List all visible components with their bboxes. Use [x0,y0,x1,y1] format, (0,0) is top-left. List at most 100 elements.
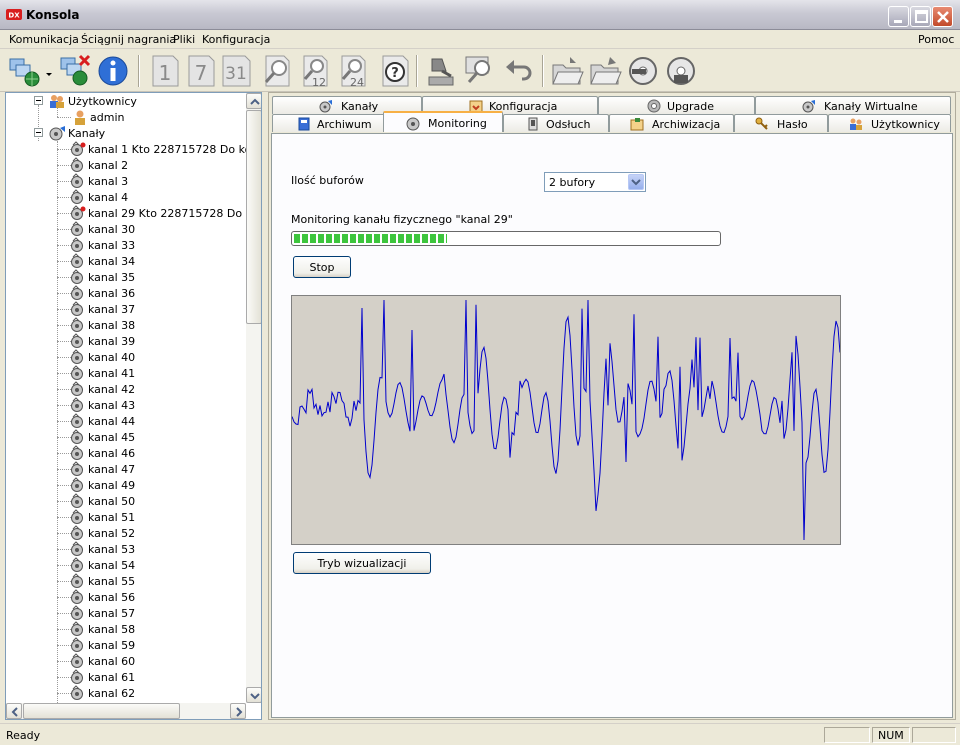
tree-channel-item[interactable]: kanal 38 [6,317,246,333]
tab-haslo[interactable]: Hasło [734,114,828,132]
dropdown-button[interactable] [628,174,644,190]
tree-channel-item[interactable]: kanal 61 [6,669,246,685]
tree-channel-item[interactable]: kanal 60 [6,653,246,669]
channel-icon [71,461,83,476]
scroll-right-button[interactable] [230,703,246,719]
export-button[interactable] [424,53,458,89]
search-12h-button[interactable]: 12 [298,53,332,89]
tree-channel-item[interactable]: kanal 2 [6,157,246,173]
tree-channel-item[interactable]: kanal 40 [6,349,246,365]
scroll-thumb[interactable] [246,110,261,324]
connect-button[interactable] [6,53,52,89]
channel-icon [71,349,83,364]
tree-node-channels[interactable]: Kanały [6,125,246,141]
tree-channel-item[interactable]: kanal 34 [6,253,246,269]
tree-channel-item[interactable]: kanal 59 [6,637,246,653]
tree-channel-item[interactable]: kanal 62 [6,685,246,701]
tree-channel-item[interactable]: kanal 46 [6,445,246,461]
tree-channel-item[interactable]: kanal 50 [6,493,246,509]
channel-icon [71,333,83,348]
tab-uzytkownicy[interactable]: Użytkownicy [828,114,951,132]
help-button[interactable]: ? [378,53,412,89]
tree-channel-item[interactable]: kanal 49 [6,477,246,493]
menu-konfiguracja[interactable]: Konfiguracja [202,33,270,46]
tree-channel-item[interactable]: kanal 56 [6,589,246,605]
tab-archiwum[interactable]: Archiwum [272,114,385,132]
tree-channel-item[interactable]: kanal 3 [6,173,246,189]
tree-channel-item[interactable]: kanal 36 [6,285,246,301]
visualization-mode-button[interactable]: Tryb wizualizacji [293,552,431,574]
tab-odsluch[interactable]: Odsłuch [503,114,609,132]
scroll-down-button[interactable] [246,687,261,703]
menu-komunikacja[interactable]: Komunikacja [9,33,79,46]
disc-button[interactable] [626,53,660,89]
tree-vertical-scrollbar[interactable] [246,93,261,703]
find-recordings-button[interactable] [462,53,496,89]
disc-settings-button[interactable] [664,53,698,89]
tree-line [57,213,71,214]
tree-channel-item[interactable]: kanal 58 [6,621,246,637]
collapse-icon[interactable] [34,128,43,137]
scroll-up-button[interactable] [246,93,261,109]
tree-horizontal-scrollbar[interactable] [6,703,246,719]
search-24h-button[interactable]: 24 [336,53,370,89]
buffers-select[interactable]: 2 bufory [544,172,646,192]
tab-kanaly-wirtualne[interactable]: Kanały Wirtualne [755,96,951,114]
scroll-left-button[interactable] [6,703,22,719]
tree-channel-item[interactable]: kanal 29 Kto 228715728 Do kogo [6,205,246,221]
tree-channel-item[interactable]: kanal 44 [6,413,246,429]
tree-list: Użytkownicy admin Kanały kanal 1 Kto 228… [6,93,246,703]
menu-pliki[interactable]: Pliki [173,33,195,46]
day-31-button[interactable]: 31 [220,53,254,89]
tab-upgrade[interactable]: Upgrade [598,96,755,114]
menu-pomoc[interactable]: Pomoc [918,33,954,46]
collapse-icon[interactable] [34,96,43,105]
tree-channel-item[interactable]: kanal 45 [6,429,246,445]
title-bar[interactable]: DX Konsola [0,0,960,30]
tree-channel-item[interactable]: kanal 39 [6,333,246,349]
day-7-button[interactable]: 7 [184,53,218,89]
search-button[interactable] [260,53,294,89]
tree-channel-item[interactable]: kanal 43 [6,397,246,413]
maximize-button[interactable] [910,6,931,27]
tree-line [57,677,71,678]
tree-channel-item[interactable]: kanal 33 [6,237,246,253]
stop-button[interactable]: Stop [293,256,351,278]
info-button[interactable] [96,53,130,89]
svg-text:1: 1 [159,61,172,85]
channel-icon [71,397,83,412]
tree-channel-item[interactable]: kanal 41 [6,365,246,381]
tree-channel-item[interactable]: kanal 55 [6,573,246,589]
tree-channel-item[interactable]: kanal 54 [6,557,246,573]
tree-channel-item[interactable]: kanal 51 [6,509,246,525]
day-1-button[interactable]: 1 [148,53,182,89]
playback-icon [528,117,538,131]
navigation-tree[interactable]: Użytkownicy admin Kanały kanal 1 Kto 228… [5,92,262,720]
channel-icon [71,669,83,684]
tree-channel-item[interactable]: kanal 4 [6,189,246,205]
open-folder-button[interactable] [550,53,584,89]
disconnect-button[interactable] [58,53,92,89]
undo-button[interactable] [502,53,536,89]
tree-node-users[interactable]: Użytkownicy [6,93,246,109]
tree-channel-item[interactable]: kanal 35 [6,269,246,285]
maximize-icon [915,10,928,23]
minimize-button[interactable] [888,6,909,27]
tree-channel-item[interactable]: kanal 30 [6,221,246,237]
tab-archiwizacja[interactable]: Archiwizacja [609,114,734,132]
tree-channel-item[interactable]: kanal 42 [6,381,246,397]
tree-line [57,293,71,294]
share-folder-button[interactable] [588,53,622,89]
tree-channel-item[interactable]: kanal 53 [6,541,246,557]
scroll-thumb[interactable] [23,703,180,719]
tree-channel-item[interactable]: kanal 37 [6,301,246,317]
tree-channel-item[interactable]: kanal 57 [6,605,246,621]
menu-sciagnij-nagrania[interactable]: Ściągnij nagrania [81,33,176,46]
tree-channel-item[interactable]: kanal 47 [6,461,246,477]
disconnect-icon [60,54,91,86]
tree-channel-item[interactable]: kanal 52 [6,525,246,541]
tree-channel-item[interactable]: kanal 1 Kto 228715728 Do kogo 8 [6,141,246,157]
close-button[interactable] [932,6,953,27]
tab-monitoring[interactable]: Monitoring [383,111,503,132]
tree-node-admin[interactable]: admin [6,109,246,125]
